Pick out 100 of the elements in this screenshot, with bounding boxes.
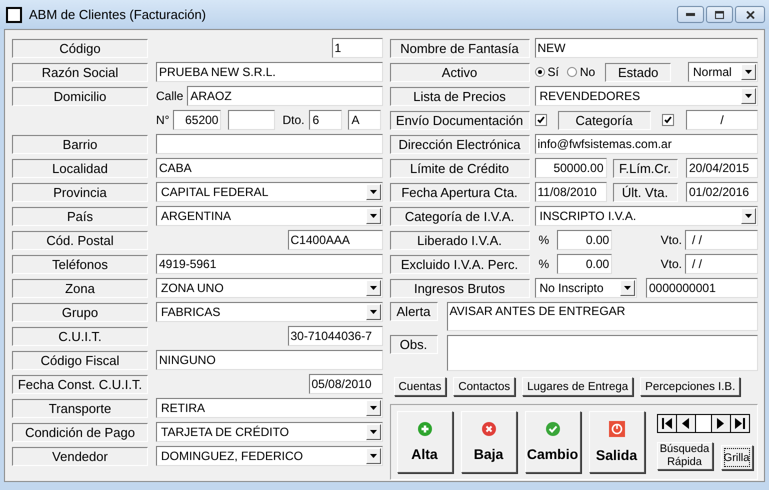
text-field[interactable]: 30-71044036-7 bbox=[288, 326, 382, 346]
section-button[interactable]: Cuentas bbox=[394, 377, 446, 396]
field-label: Límite de Crédito bbox=[390, 158, 530, 178]
section-button[interactable]: Lugares de Entrega bbox=[522, 377, 634, 396]
field-label: Grupo bbox=[12, 302, 148, 322]
dropdown-field[interactable]: TARJETA DE CRÉDITO bbox=[156, 422, 382, 442]
text-field[interactable]: ARAOZ bbox=[187, 86, 382, 106]
caret-icon bbox=[370, 430, 376, 434]
field-label: Código Fiscal bbox=[12, 350, 148, 370]
window-title: ABM de Clientes (Facturación) bbox=[29, 7, 208, 22]
dropdown-field[interactable]: DOMINGUEZ, FEDERICO bbox=[156, 446, 382, 466]
field-label: Fecha Const. C.U.I.T. bbox=[12, 374, 148, 394]
field-label: Vto. bbox=[660, 257, 682, 271]
field-label: Código bbox=[12, 38, 148, 58]
text-field[interactable]: NEW bbox=[534, 38, 758, 58]
action-button[interactable]: Baja bbox=[460, 411, 516, 473]
next-button[interactable] bbox=[710, 415, 730, 432]
text-field[interactable]: NINGUNO bbox=[156, 350, 382, 370]
field-label: Liberado I.V.A. bbox=[390, 230, 530, 250]
radio-option[interactable]: No bbox=[566, 65, 596, 79]
action-button[interactable]: Salida bbox=[588, 411, 644, 473]
window-icon bbox=[6, 6, 22, 22]
caret-icon bbox=[745, 214, 752, 218]
dropdown-field[interactable]: CAPITAL FEDERAL bbox=[156, 182, 382, 202]
skip-back-icon bbox=[662, 418, 672, 429]
caret-icon bbox=[624, 286, 630, 290]
number-field[interactable]: 65200 bbox=[173, 110, 222, 130]
notes-field[interactable] bbox=[446, 335, 758, 371]
field-label: Dto. bbox=[282, 113, 304, 127]
minimize-button[interactable] bbox=[677, 6, 704, 23]
field-label: Excluido I.V.A. Perc. bbox=[390, 254, 530, 274]
amount-field[interactable]: 50000.00 bbox=[534, 158, 606, 178]
minimize-icon bbox=[686, 13, 695, 16]
field-label: Cód. Postal bbox=[12, 230, 148, 250]
field-label: Provincia bbox=[12, 182, 148, 202]
date-field[interactable]: 01/02/2016 bbox=[686, 182, 758, 202]
text-field[interactable] bbox=[228, 110, 276, 130]
text-field[interactable]: 0000000001 bbox=[646, 278, 758, 298]
text-field[interactable]: CABA bbox=[156, 158, 382, 178]
field-label: Localidad bbox=[12, 158, 148, 178]
check-icon bbox=[546, 422, 560, 436]
grid-button[interactable]: Grilla bbox=[720, 445, 752, 470]
action-button[interactable]: Cambio bbox=[524, 411, 580, 473]
maximize-button[interactable] bbox=[706, 6, 733, 23]
date-field[interactable]: 05/08/2010 bbox=[308, 374, 382, 394]
close-icon bbox=[482, 422, 496, 436]
close-button[interactable] bbox=[735, 6, 765, 23]
date-field[interactable]: 20/04/2015 bbox=[686, 158, 758, 178]
date-field[interactable]: / / bbox=[685, 230, 758, 250]
field-label: Domicilio bbox=[12, 86, 148, 106]
field-label: País bbox=[12, 206, 148, 226]
text-field[interactable]: / bbox=[686, 110, 758, 130]
field-label: Estado bbox=[605, 62, 672, 82]
plus-icon bbox=[418, 422, 432, 436]
text-field[interactable]: C1400AAA bbox=[288, 230, 382, 250]
text-field[interactable]: 4919-5961 bbox=[156, 254, 382, 274]
field-label: Razón Social bbox=[12, 62, 148, 82]
section-button[interactable]: Percepciones I.B. bbox=[640, 377, 740, 396]
dropdown-field[interactable]: ZONA UNO bbox=[156, 278, 382, 298]
dropdown-field[interactable]: No Inscripto bbox=[534, 278, 636, 298]
text-field[interactable]: A bbox=[348, 110, 382, 130]
dropdown-field[interactable]: Normal bbox=[688, 62, 758, 82]
number-field[interactable]: 1 bbox=[332, 38, 382, 58]
dropdown-field[interactable]: RETIRA bbox=[156, 398, 382, 418]
field-label: F.Lím.Cr. bbox=[612, 158, 678, 178]
dropdown-field[interactable]: ARGENTINA bbox=[156, 206, 382, 226]
first-button[interactable] bbox=[658, 415, 676, 432]
previous-button[interactable] bbox=[676, 415, 696, 432]
caret-icon bbox=[745, 94, 752, 98]
dropdown-field[interactable]: INSCRIPTO I.V.A. bbox=[534, 206, 758, 226]
caret-icon bbox=[370, 310, 376, 314]
dropdown-field[interactable]: FABRICAS bbox=[156, 302, 382, 322]
field-label: Envío Documentación bbox=[390, 110, 530, 130]
radio-option[interactable]: Sí bbox=[534, 65, 559, 79]
field-label: N° bbox=[156, 113, 170, 127]
checkbox[interactable] bbox=[534, 114, 546, 126]
dropdown-field[interactable]: REVENDEDORES bbox=[534, 86, 758, 106]
last-button[interactable] bbox=[730, 415, 748, 432]
field-label: Calle bbox=[156, 89, 184, 103]
field-label: Barrio bbox=[12, 134, 148, 154]
text-field[interactable]: 6 bbox=[309, 110, 342, 130]
field-label: Activo bbox=[390, 62, 530, 82]
date-field[interactable]: 11/08/2010 bbox=[534, 182, 606, 202]
text-field[interactable] bbox=[156, 134, 382, 154]
date-field[interactable]: / / bbox=[685, 254, 758, 274]
section-button[interactable]: Contactos bbox=[453, 377, 516, 396]
percent-field[interactable]: 0.00 bbox=[557, 230, 612, 250]
percent-field[interactable]: 0.00 bbox=[557, 254, 612, 274]
caret-icon bbox=[370, 214, 376, 218]
text-field[interactable]: PRUEBA NEW S.R.L. bbox=[156, 62, 382, 82]
caret-icon bbox=[370, 286, 376, 290]
field-label: Condición de Pago bbox=[12, 422, 148, 442]
field-label: Teléfonos bbox=[12, 254, 148, 274]
action-button[interactable]: Alta bbox=[396, 411, 452, 473]
checkbox[interactable] bbox=[662, 114, 674, 126]
alert-field[interactable]: AVISAR ANTES DE ENTREGAR bbox=[446, 302, 758, 331]
text-field[interactable]: info@fwfsistemas.com.ar bbox=[534, 134, 758, 154]
field-label: Categoría de I.V.A. bbox=[390, 206, 530, 226]
caret-icon bbox=[370, 454, 376, 458]
quick-search-button[interactable]: Búsqueda Rápida bbox=[656, 442, 712, 470]
